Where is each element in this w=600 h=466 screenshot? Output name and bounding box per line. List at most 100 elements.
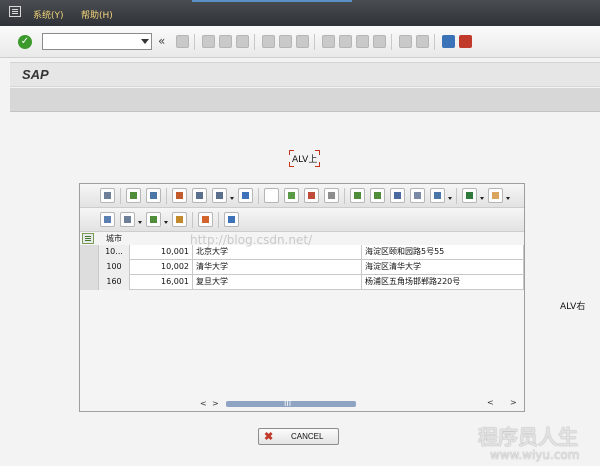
scroll-left-icon[interactable]: < (487, 398, 494, 407)
table-cell[interactable]: 10,002 (130, 260, 193, 275)
copy-row-icon[interactable] (324, 188, 339, 203)
toolbar-separator (120, 188, 121, 204)
row-selector[interactable] (80, 275, 99, 290)
filter-icon[interactable] (430, 188, 445, 203)
select-layout-icon[interactable] (82, 233, 94, 244)
save-icon[interactable] (176, 35, 189, 48)
menu-icon[interactable] (9, 6, 21, 17)
next-page-icon[interactable] (356, 35, 369, 48)
find-next-icon[interactable] (410, 188, 425, 203)
toolbar-separator (194, 34, 195, 50)
table-row[interactable]: 100 10,002 清华大学 海淀区清华大学 (80, 260, 524, 275)
watermark-url: http://blog.csdn.net/ (190, 233, 313, 247)
scroll-right-icon[interactable]: > (510, 398, 517, 407)
expand-icon[interactable]: « (158, 34, 165, 48)
shortcut-icon[interactable] (416, 35, 429, 48)
application-toolbar (10, 88, 600, 112)
alv-toolbar-row-2 (80, 208, 524, 232)
back-icon[interactable] (202, 35, 215, 48)
prev-page-icon[interactable] (339, 35, 352, 48)
alv-toolbar-row-1 (80, 184, 524, 208)
toolbar-separator (456, 188, 457, 204)
graphic-icon[interactable] (198, 212, 213, 227)
print-icon[interactable] (100, 212, 115, 227)
menu-item-system[interactable]: 系统(Y) (33, 8, 64, 21)
cut-icon[interactable] (172, 188, 187, 203)
details-icon[interactable] (100, 188, 115, 203)
check-entries-icon[interactable] (126, 188, 141, 203)
paste-icon[interactable] (212, 188, 227, 203)
menu-item-help[interactable]: 帮助(H) (81, 8, 113, 21)
table-cell[interactable]: 10... (99, 245, 130, 260)
table-cell[interactable]: 北京大学 (193, 245, 362, 260)
layout-icon[interactable] (172, 212, 187, 227)
customize-layout-icon[interactable] (459, 35, 472, 48)
enter-check-icon[interactable]: ✓ (18, 35, 32, 49)
cancel-x-icon: ✖ (264, 431, 274, 443)
toolbar-separator (314, 34, 315, 50)
page-title: SAP (22, 67, 49, 82)
find-icon[interactable] (390, 188, 405, 203)
scroll-right-icon[interactable]: > (212, 399, 219, 408)
table-cell[interactable]: 100 (99, 260, 130, 275)
new-session-icon[interactable] (399, 35, 412, 48)
table-cell[interactable]: 复旦大学 (193, 275, 362, 290)
scroll-left-icon[interactable]: < (200, 399, 207, 408)
chevron-down-icon[interactable] (164, 221, 168, 224)
row-selector[interactable] (80, 260, 99, 275)
sort-ascending-icon[interactable] (350, 188, 365, 203)
table-cell[interactable]: 杨浦区五角场邯郸路220号 (362, 275, 524, 290)
scroll-grip: III (284, 399, 292, 408)
row-selector[interactable] (80, 245, 99, 260)
chevron-down-icon[interactable] (448, 197, 452, 200)
table-cell[interactable]: 16,001 (130, 275, 193, 290)
toolbar-separator (192, 212, 193, 228)
total-icon[interactable] (462, 188, 477, 203)
table-cell[interactable]: 160 (99, 275, 130, 290)
watermark-site-name: 程序员人生 (478, 425, 578, 449)
horizontal-scrollbar[interactable]: < > III (198, 398, 368, 409)
table-cell[interactable]: 海淀区颐和园路5号55 (362, 245, 524, 260)
refresh-icon[interactable] (146, 188, 161, 203)
find-icon[interactable] (279, 35, 292, 48)
column-header-city[interactable]: 城市 (106, 233, 122, 244)
alv-top-container-label: ALV上 (289, 150, 321, 167)
subtotal-icon[interactable] (488, 188, 503, 203)
sort-descending-icon[interactable] (370, 188, 385, 203)
title-bar: SAP (10, 62, 600, 87)
table-row[interactable]: 10... 10,001 北京大学 海淀区颐和园路5号55 (80, 245, 524, 260)
print-icon[interactable] (262, 35, 275, 48)
last-page-icon[interactable] (373, 35, 386, 48)
export-icon[interactable] (146, 212, 161, 227)
chevron-down-icon[interactable] (230, 197, 234, 200)
toolbar-separator (254, 34, 255, 50)
copy-icon[interactable] (192, 188, 207, 203)
exit-icon[interactable] (219, 35, 232, 48)
table-row[interactable]: 160 16,001 复旦大学 杨浦区五角场邯郸路220号 (80, 275, 524, 290)
standard-toolbar: ✓ « (0, 26, 600, 58)
table-cell[interactable]: 清华大学 (193, 260, 362, 275)
help-icon[interactable] (442, 35, 455, 48)
chevron-down-icon[interactable] (506, 197, 510, 200)
append-row-icon[interactable] (264, 188, 279, 203)
info-icon[interactable] (224, 212, 239, 227)
toolbar-separator (166, 188, 167, 204)
undo-icon[interactable] (238, 188, 253, 203)
find-next-icon[interactable] (296, 35, 309, 48)
toolbar-separator (434, 34, 435, 50)
cancel-button-label: CANCEL (291, 432, 324, 441)
cancel-icon[interactable] (236, 35, 249, 48)
table-cell[interactable]: 10,001 (130, 245, 193, 260)
delete-row-icon[interactable] (304, 188, 319, 203)
chevron-down-icon[interactable] (138, 221, 142, 224)
toolbar-separator (344, 188, 345, 204)
active-window-line (192, 0, 352, 2)
first-page-icon[interactable] (322, 35, 335, 48)
chevron-down-icon[interactable] (480, 197, 484, 200)
table-cell[interactable]: 海淀区清华大学 (362, 260, 524, 275)
cancel-button[interactable]: ✖ CANCEL (258, 428, 339, 445)
command-field[interactable] (42, 33, 152, 50)
views-icon[interactable] (120, 212, 135, 227)
chevron-down-icon[interactable] (141, 39, 149, 44)
insert-row-icon[interactable] (284, 188, 299, 203)
